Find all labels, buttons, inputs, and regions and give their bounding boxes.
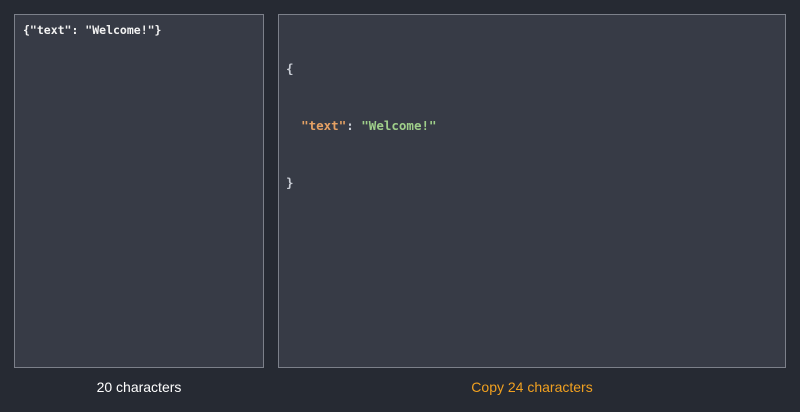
input-char-count: 20 characters — [96, 379, 182, 395]
formatted-json-output[interactable]: { "text": "Welcome!" } — [278, 14, 786, 368]
code-line-1: { — [286, 59, 437, 78]
code-line-2: "text": "Welcome!" — [286, 116, 437, 135]
open-brace: { — [286, 61, 294, 76]
formatted-json-code: { "text": "Welcome!" } — [286, 21, 437, 230]
colon: : — [346, 118, 362, 133]
code-line-3: } — [286, 173, 437, 192]
close-brace: } — [286, 175, 294, 190]
json-key: "text" — [301, 118, 347, 133]
json-string-value: "Welcome!" — [361, 118, 437, 133]
raw-json-text[interactable]: {"text": "Welcome!"} — [23, 22, 161, 38]
raw-json-input[interactable]: {"text": "Welcome!"} — [14, 14, 264, 368]
copy-output-button[interactable]: Copy 24 characters — [278, 378, 786, 396]
json-formatter-app: {"text": "Welcome!"} { "text": "Welcome!… — [0, 0, 800, 412]
